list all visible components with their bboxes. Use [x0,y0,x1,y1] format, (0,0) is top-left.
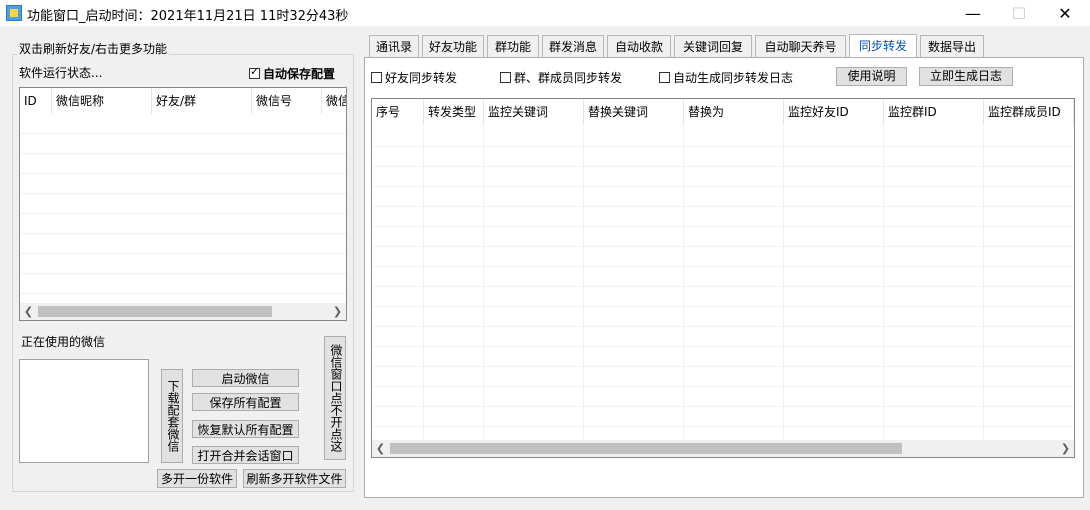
column-header-wechat-cut[interactable]: 微信 [322,88,346,114]
close-button[interactable]: ✕ [1042,0,1088,26]
download-wechat-button[interactable]: 下载配套微信 [161,369,183,463]
column-header-nickname[interactable]: 微信昵称 [52,88,152,114]
column-header-friend-group[interactable]: 好友/群 [152,88,252,114]
friend-sync-label: 好友同步转发 [385,71,458,85]
column-header-id[interactable]: ID [20,88,52,114]
checkbox-unchecked-icon [659,72,670,83]
window-not-open-button[interactable]: 微信窗口点不开点这 [324,336,346,460]
tab-contacts[interactable]: 通讯录 [369,35,419,57]
sync-list-header: 序号 转发类型 监控关键词 替换关键词 替换为 监控好友ID 监控群ID 监控群… [372,99,1074,125]
tab-auto-chat[interactable]: 自动聊天养号 [755,35,846,57]
auto-log-label: 自动生成同步转发日志 [673,71,794,85]
column-divider [423,127,424,440]
generate-log-button[interactable]: 立即生成日志 [919,67,1013,86]
multi-open-button[interactable]: 多开一份软件 [157,469,237,488]
scroll-left-icon[interactable]: ❮ [20,303,37,320]
checkbox-unchecked-icon [371,72,382,83]
restore-default-button[interactable]: 恢复默认所有配置 [192,420,299,438]
column-divider [583,127,584,440]
open-merge-window-button[interactable]: 打开合并会话窗口 [192,446,299,464]
column-header-wechat-id[interactable]: 微信号 [252,88,322,114]
column-header-monitor-group-id[interactable]: 监控群ID [884,99,984,125]
save-all-config-button[interactable]: 保存所有配置 [192,393,299,411]
wechat-avatar-preview [19,359,149,463]
column-header-monitor-member-id[interactable]: 监控群成员ID [984,99,1074,125]
title-bar: 功能窗口_启动时间：2021年11月21日 11时32分43秒 — ☐ ✕ [0,0,1090,26]
maximize-button[interactable]: ☐ [996,0,1042,26]
list-header: ID 微信昵称 好友/群 微信号 微信 [20,88,346,114]
friend-sync-checkbox[interactable]: 好友同步转发 [371,69,457,86]
refresh-multi-open-button[interactable]: 刷新多开软件文件 [243,469,346,488]
auto-save-label: 自动保存配置 [263,67,336,81]
tab-friend-functions[interactable]: 好友功能 [422,35,484,57]
horizontal-scrollbar[interactable]: ❮ ❯ [20,303,346,320]
tab-sync-forward[interactable]: 同步转发 [849,34,917,58]
checkbox-unchecked-icon [500,72,511,83]
tab-mass-message[interactable]: 群发消息 [542,35,604,57]
sync-forward-list[interactable]: 序号 转发类型 监控关键词 替换关键词 替换为 监控好友ID 监控群ID 监控群… [371,98,1075,458]
column-divider [883,127,884,440]
scroll-thumb[interactable] [38,306,272,317]
column-divider [983,127,984,440]
sync-list-rows [372,127,1074,440]
status-label: 软件运行状态... [19,66,103,80]
group-sync-label: 群、群成员同步转发 [514,71,623,85]
group-sync-checkbox[interactable]: 群、群成员同步转发 [500,69,622,86]
tab-data-export[interactable]: 数据导出 [920,35,984,57]
in-use-label: 正在使用的微信 [21,335,106,349]
column-divider [683,127,684,440]
column-header-index[interactable]: 序号 [372,99,424,125]
column-header-monitor-keyword[interactable]: 监控关键词 [484,99,584,125]
window-title: 功能窗口_启动时间：2021年11月21日 11时32分43秒 [27,9,349,24]
column-header-monitor-friend-id[interactable]: 监控好友ID [784,99,884,125]
column-header-forward-type[interactable]: 转发类型 [424,99,484,125]
list-rows [20,114,346,303]
scroll-right-icon[interactable]: ❯ [329,303,346,320]
tab-group-functions[interactable]: 群功能 [487,35,539,57]
start-wechat-button[interactable]: 启动微信 [192,369,299,387]
tab-keyword-reply[interactable]: 关键词回复 [674,35,752,57]
app-icon [6,5,22,21]
wechat-friend-list[interactable]: ID 微信昵称 好友/群 微信号 微信 ❮ ❯ [19,87,347,321]
auto-log-checkbox[interactable]: 自动生成同步转发日志 [659,69,793,86]
minimize-button[interactable]: — [950,0,996,26]
scroll-thumb[interactable] [390,443,902,454]
left-group-title: 双击刷新好友/右击更多功能 [17,40,170,57]
sync-horizontal-scrollbar[interactable]: ❮ ❯ [372,440,1074,457]
scroll-left-icon[interactable]: ❮ [372,440,389,457]
checkbox-checked-icon [249,65,260,79]
column-divider [483,127,484,440]
column-header-replace-with[interactable]: 替换为 [684,99,784,125]
column-header-replace-keyword[interactable]: 替换关键词 [584,99,684,125]
usage-instructions-button[interactable]: 使用说明 [836,67,907,86]
scroll-right-icon[interactable]: ❯ [1057,440,1074,457]
column-divider [783,127,784,440]
auto-save-checkbox[interactable]: 自动保存配置 [249,65,335,82]
tab-auto-payment[interactable]: 自动收款 [607,35,671,57]
